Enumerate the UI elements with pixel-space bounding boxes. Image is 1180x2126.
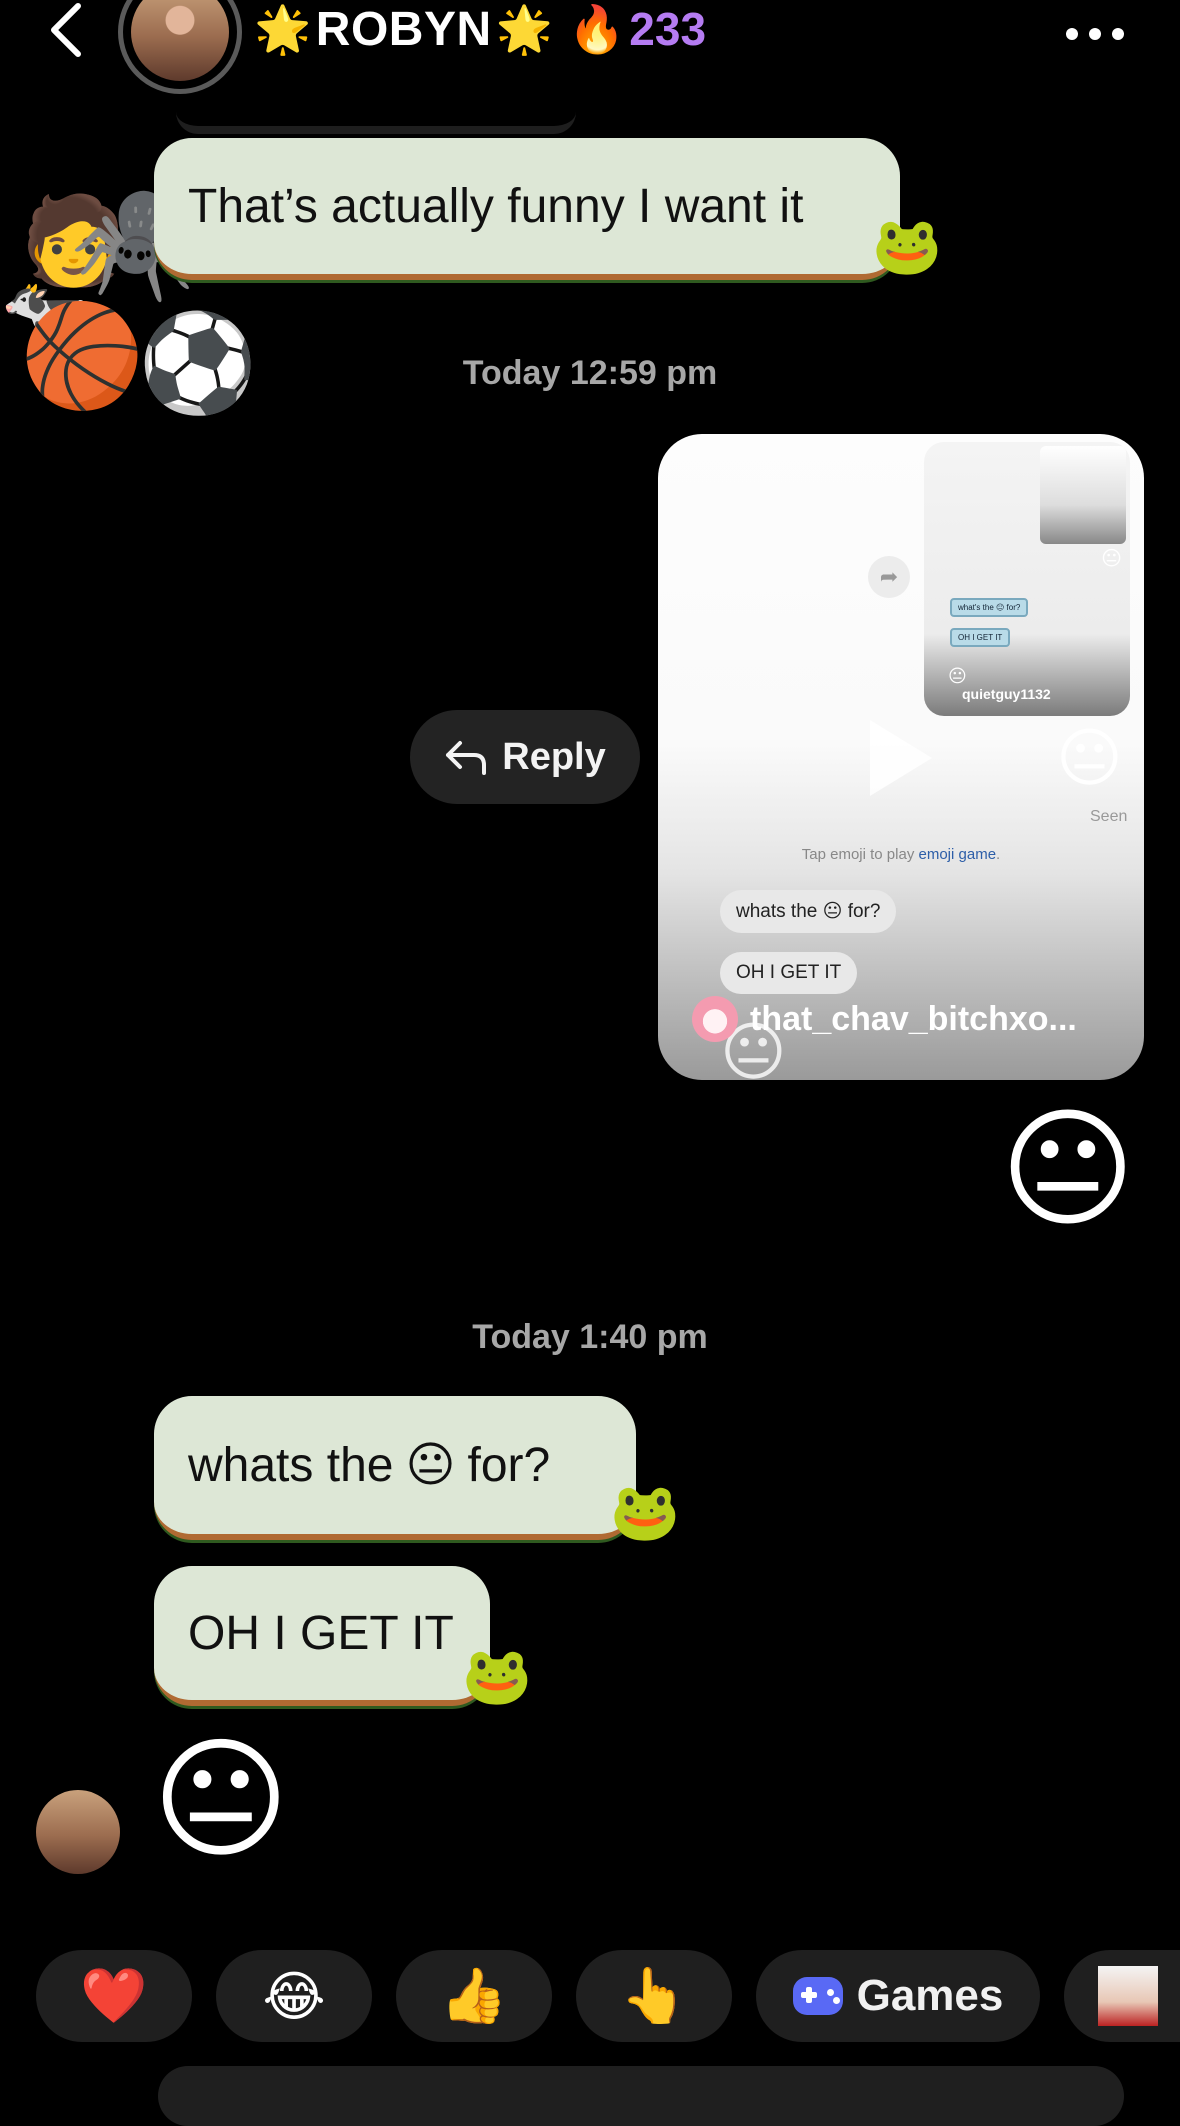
seen-label: Seen: [1090, 808, 1128, 825]
frog-icon: 🐸: [462, 1644, 532, 1707]
play-icon: [870, 720, 932, 796]
reel-chat-line: whats the 😐 for?: [720, 890, 897, 933]
star-icon: 🌟: [495, 2, 554, 55]
message-bubble-received[interactable]: OH I GET IT: [154, 1566, 490, 1706]
reply-button[interactable]: Reply: [410, 710, 640, 804]
neutral-face-icon: 😐: [1101, 548, 1122, 570]
hint-period: .: [996, 846, 1001, 863]
react-thumbs-up-button[interactable]: 👍: [396, 1950, 552, 2042]
back-button[interactable]: [40, 0, 100, 60]
more-options-button[interactable]: [1062, 10, 1128, 50]
avatar-photo: [131, 0, 229, 81]
reel-author[interactable]: that_chav_bitchxo...: [692, 996, 1132, 1042]
share-arrow-icon: ➦: [868, 556, 910, 598]
laughing-face-icon: 😂: [262, 1966, 326, 2027]
author-name: that_chav_bitchxo...: [750, 999, 1077, 1038]
neutral-face-icon: 😐: [1056, 722, 1123, 794]
dot-icon: [1066, 28, 1078, 40]
dot-icon: [1089, 28, 1101, 40]
previous-message-edge: [176, 96, 576, 134]
streak-badge: 🔥 233: [568, 0, 706, 58]
emoji-game-link: emoji game: [918, 846, 997, 863]
neutral-face-icon: 😐: [948, 666, 967, 686]
react-point-button[interactable]: 👆: [576, 1950, 732, 2042]
mini-message: OH I GET IT: [950, 628, 1011, 647]
neutral-face-icon: 😐: [822, 901, 843, 922]
thumbs-up-icon: 👍: [440, 1965, 508, 2026]
contact-name-header[interactable]: 🌟 ROBYN 🌟: [254, 0, 553, 58]
chat-text: whats the: [736, 901, 818, 922]
inner-username: quietguy1132: [962, 686, 1051, 702]
star-icon: 🌟: [254, 2, 312, 55]
sender-avatar[interactable]: [36, 1790, 120, 1874]
mini-message: what's the 😐 for?: [950, 598, 1029, 617]
dot-icon: [1112, 28, 1124, 40]
message-text: whats the: [188, 1438, 394, 1492]
streak-count: 233: [629, 3, 707, 55]
timestamp: Today 1:40 pm: [472, 1318, 708, 1356]
chevron-left-icon: [51, 3, 81, 57]
emoji-game-hint: Tap emoji to play emoji game.: [658, 846, 1144, 863]
sticker-chip[interactable]: [1064, 1950, 1180, 2042]
react-laugh-button[interactable]: 😂: [216, 1950, 372, 2042]
message-composer[interactable]: [158, 2066, 1124, 2126]
shared-reel-card[interactable]: 😐 what's the 😐 for? OH I GET IT 😐 quietg…: [658, 434, 1144, 1080]
timestamp: Today 12:59 pm: [462, 354, 718, 392]
heart-icon: ❤️: [80, 1965, 148, 2026]
hint-text: Tap emoji to play: [801, 846, 915, 863]
games-label: Games: [856, 1971, 1004, 2020]
nested-thumbnail: [1040, 446, 1126, 544]
pointing-up-icon: 👆: [620, 1965, 688, 2026]
react-heart-button[interactable]: ❤️: [36, 1950, 192, 2042]
flame-icon: 🔥: [568, 2, 626, 55]
message-text: That’s actually funny I want it: [188, 179, 804, 233]
games-button[interactable]: Games: [756, 1950, 1040, 2042]
message-bubble-received[interactable]: whats the 😐 for?: [154, 1396, 636, 1540]
frog-icon: 🐸: [872, 214, 942, 277]
reply-label: Reply: [502, 735, 606, 778]
contact-name: ROBYN: [315, 2, 492, 56]
chat-text: for?: [847, 901, 881, 922]
gamepad-icon: [792, 1977, 843, 2015]
message-text: OH I GET IT: [188, 1606, 454, 1660]
emoji-message[interactable]: 😐: [152, 1734, 290, 1866]
message-bubble-received[interactable]: That’s actually funny I want it: [154, 138, 900, 280]
frog-icon: 🐸: [610, 1480, 680, 1543]
message-text: for?: [467, 1438, 551, 1492]
neutral-face-icon: 😐: [405, 1439, 456, 1492]
contact-avatar[interactable]: [118, 0, 242, 94]
sent-emoji[interactable]: 😐: [1000, 1104, 1136, 1234]
author-avatar: [692, 996, 738, 1042]
sticker-thumbnail: [1098, 1966, 1158, 2026]
reel-chat-line: OH I GET IT: [720, 952, 858, 994]
reel-inner-screenshot: 😐 what's the 😐 for? OH I GET IT 😐 quietg…: [924, 442, 1130, 716]
reply-arrow-icon: [446, 741, 487, 775]
